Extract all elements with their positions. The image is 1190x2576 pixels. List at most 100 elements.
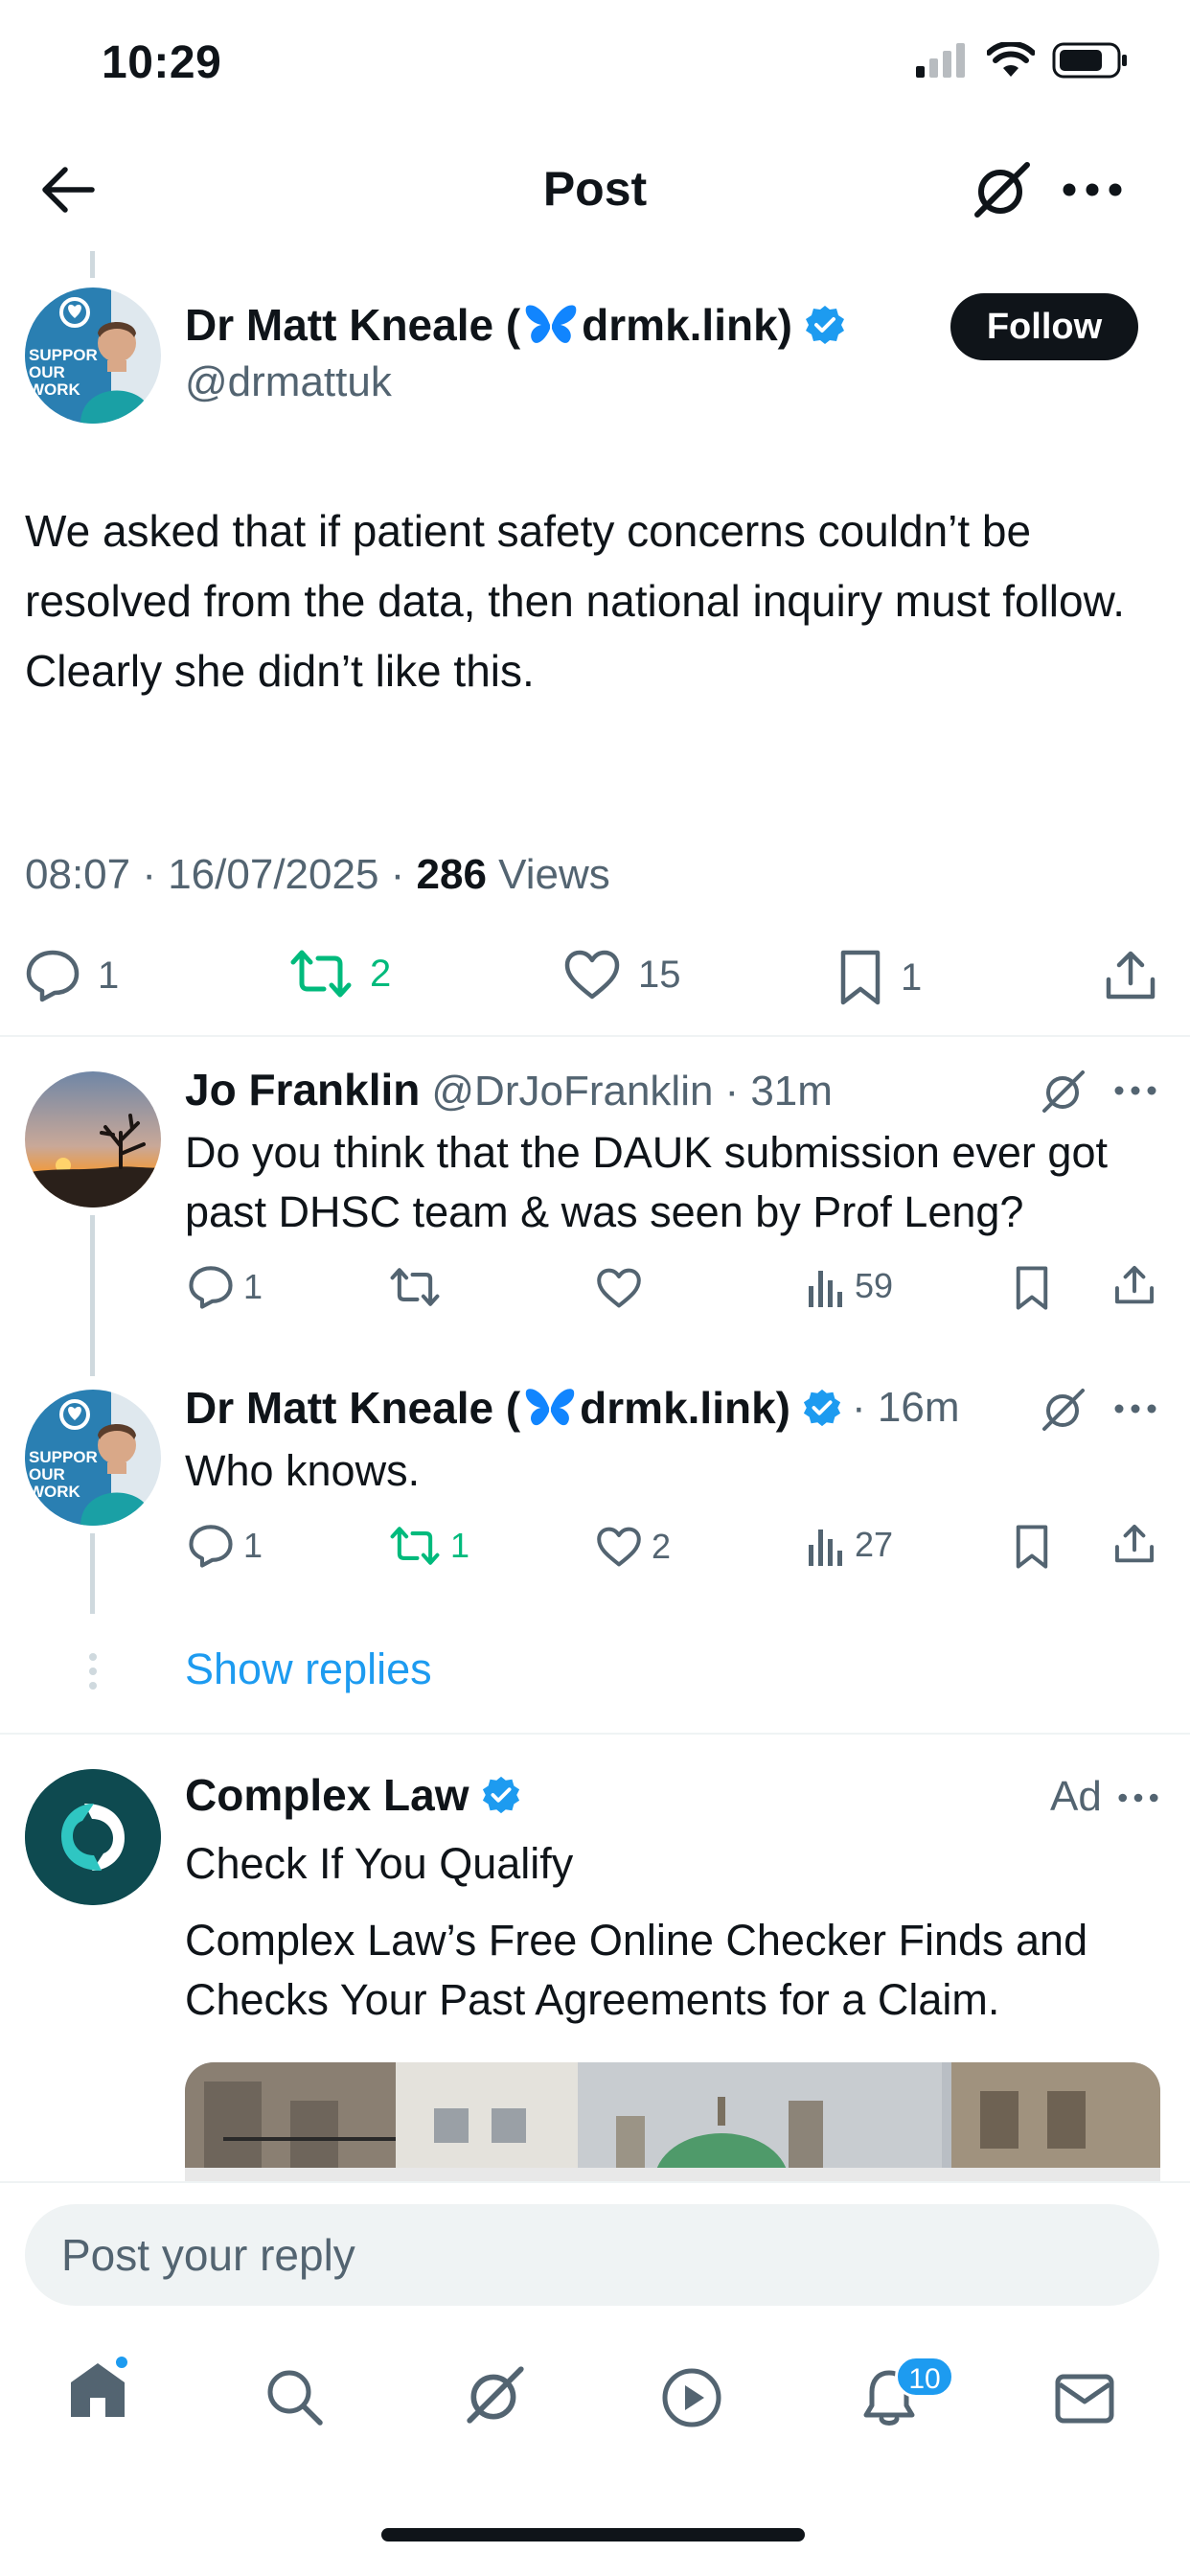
home-indicator xyxy=(381,2528,805,2542)
avatar[interactable]: SUPPOR OUR WORK xyxy=(25,288,161,424)
bookmark-button[interactable] xyxy=(1014,1524,1050,1570)
repost-icon xyxy=(290,950,352,998)
bookmark-button[interactable] xyxy=(1014,1265,1050,1311)
avatar-text: SUPPOR xyxy=(29,346,98,364)
like-count: 15 xyxy=(638,953,681,996)
avatar-text: WORK xyxy=(29,1483,80,1501)
post-text: We asked that if patient safety concerns… xyxy=(25,506,1126,696)
avatar[interactable]: SUPPOR OUR WORK xyxy=(25,1390,161,1526)
grok-button[interactable] xyxy=(972,161,1033,218)
tab-videos[interactable] xyxy=(661,2367,722,2428)
ad-photo xyxy=(185,2062,1160,2181)
notifications-badge: 10 xyxy=(895,2356,954,2398)
grok-button[interactable] xyxy=(1041,1070,1087,1114)
butterfly-icon xyxy=(525,1389,575,1426)
author-name-suffix: drmk.link) xyxy=(582,300,792,350)
tab-search[interactable] xyxy=(264,2367,324,2426)
avatar-text: WORK xyxy=(29,380,80,399)
like-action[interactable] xyxy=(596,1267,652,1309)
thread-line-top xyxy=(90,251,95,278)
grok-icon xyxy=(1042,1389,1085,1431)
like-action[interactable]: 2 xyxy=(596,1526,671,1568)
avatar-image xyxy=(25,1071,161,1208)
avatar-text: OUR xyxy=(29,363,65,381)
wifi-icon xyxy=(987,42,1035,77)
mail-icon xyxy=(1055,2374,1114,2424)
views-count: 59 xyxy=(855,1266,894,1305)
ad-advertiser-name[interactable]: Complex Law xyxy=(185,1769,469,1821)
views-action[interactable]: 27 xyxy=(807,1524,893,1566)
battery-icon xyxy=(1052,42,1127,79)
reply-icon xyxy=(189,1525,233,1568)
reply-author-name[interactable]: Dr Matt Kneale ( xyxy=(185,1382,520,1434)
reply-action[interactable]: 1 xyxy=(188,1524,263,1568)
more-options-button[interactable] xyxy=(1117,1792,1159,1804)
share-icon xyxy=(1106,951,1156,1000)
ad-image[interactable] xyxy=(185,2062,1160,2181)
heart-icon xyxy=(597,1268,641,1308)
grok-icon xyxy=(467,2366,524,2424)
grok-icon xyxy=(974,162,1030,218)
bookmark-count: 1 xyxy=(901,955,923,999)
reply-author-name[interactable]: Jo Franklin xyxy=(185,1064,420,1116)
butterfly-icon xyxy=(525,305,577,343)
more-icon xyxy=(1114,1086,1156,1095)
reply-action[interactable]: 1 xyxy=(25,949,119,1002)
thread-line xyxy=(90,1533,95,1614)
divider xyxy=(0,1733,1190,1735)
author-name[interactable]: Dr Matt Kneale ( drmk.link) xyxy=(185,299,846,351)
reply-header: Jo Franklin @DrJoFranklin · 31m xyxy=(185,1064,833,1116)
verified-badge-icon xyxy=(806,306,844,344)
follow-button[interactable]: Follow xyxy=(950,293,1138,360)
analytics-icon xyxy=(809,1271,842,1307)
complex-law-logo-icon xyxy=(25,1769,161,1905)
repost-count: 2 xyxy=(370,952,392,995)
grok-button[interactable] xyxy=(1041,1388,1087,1432)
verified-badge-icon xyxy=(482,1776,519,1814)
top-bar: Post xyxy=(0,144,1190,236)
status-time: 10:29 xyxy=(102,37,222,88)
share-button[interactable] xyxy=(1104,949,1157,1002)
ad-header: Complex Law xyxy=(185,1769,521,1821)
repost-action[interactable]: 1 xyxy=(389,1526,469,1566)
like-action[interactable]: 15 xyxy=(563,949,681,1000)
repost-action[interactable]: 2 xyxy=(289,949,391,999)
search-icon xyxy=(267,2370,323,2426)
more-options-button[interactable] xyxy=(1113,1403,1157,1414)
reply-time: · 31m xyxy=(724,1068,833,1115)
reply-author-name-suffix[interactable]: drmk.link) xyxy=(580,1382,790,1434)
heart-icon xyxy=(564,950,620,1000)
share-button[interactable] xyxy=(1113,1522,1156,1566)
heart-icon xyxy=(597,1527,641,1567)
avatar[interactable] xyxy=(25,1071,161,1208)
reply-author-handle[interactable]: @DrJoFranklin xyxy=(431,1068,713,1116)
share-button[interactable] xyxy=(1113,1263,1156,1307)
post-meta: 08:07 · 16/07/2025 · 286 Views xyxy=(25,851,610,899)
reply-time: · 16m xyxy=(852,1384,960,1431)
bookmark-icon xyxy=(840,950,881,1005)
show-replies-link[interactable]: Show replies xyxy=(185,1644,432,1694)
views-action[interactable]: 59 xyxy=(807,1265,893,1307)
analytics-icon xyxy=(809,1530,842,1566)
signal-icon xyxy=(916,43,965,78)
more-options-button[interactable] xyxy=(1113,1085,1157,1096)
dots-vertical-icon xyxy=(89,1653,97,1690)
ad-headline: Check If You Qualify xyxy=(185,1839,574,1888)
bookmark-icon xyxy=(1016,1525,1048,1569)
reply-count: 1 xyxy=(243,1267,263,1306)
repost-action[interactable] xyxy=(389,1267,450,1307)
tab-messages[interactable] xyxy=(1054,2373,1115,2425)
reply-input[interactable]: Post your reply xyxy=(25,2204,1159,2306)
ad-avatar[interactable] xyxy=(25,1769,161,1905)
reply-action[interactable]: 1 xyxy=(188,1265,263,1309)
repost-icon xyxy=(390,1268,440,1306)
reply-icon xyxy=(26,950,80,1002)
more-options-button[interactable] xyxy=(1062,182,1123,197)
dotted-connector xyxy=(88,1652,98,1690)
like-count: 2 xyxy=(652,1527,672,1566)
author-handle[interactable]: @drmattuk xyxy=(185,358,392,406)
more-icon xyxy=(1114,1404,1156,1414)
tab-grok[interactable] xyxy=(464,2365,527,2425)
repost-count: 1 xyxy=(450,1526,470,1565)
bookmark-action[interactable]: 1 xyxy=(837,949,922,1006)
